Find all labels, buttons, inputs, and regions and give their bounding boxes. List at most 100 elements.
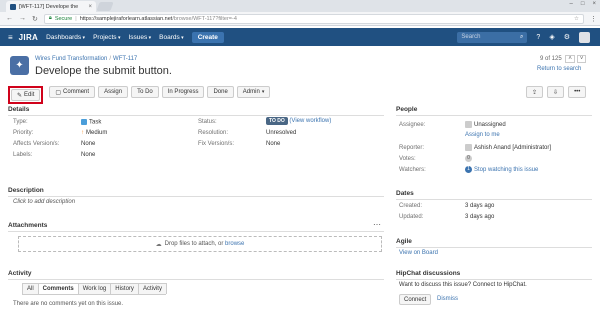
attachment-dropzone[interactable]: ☁ Drop files to attach, or browse xyxy=(18,236,382,252)
stop-watching-link[interactable]: Stop watching this issue xyxy=(474,167,538,173)
type-label: Type: xyxy=(13,119,28,125)
admin-label: Admin xyxy=(242,89,260,95)
tab-comments[interactable]: Comments xyxy=(37,283,79,294)
notifications-icon[interactable]: ◈ xyxy=(549,33,554,41)
browser-menu-icon[interactable]: ⋮ xyxy=(590,15,597,23)
help-icon[interactable]: ? xyxy=(536,34,540,41)
address-bar-row: ← → ↻ 🔒︎ Secure | https://samplejiraforl… xyxy=(0,12,600,26)
agile-heading[interactable]: Agile xyxy=(396,238,412,245)
dates-heading[interactable]: Dates xyxy=(396,190,414,197)
more-actions-button[interactable]: ••• xyxy=(568,86,587,98)
search-input[interactable]: Search ⌕ xyxy=(457,31,528,43)
reload-icon[interactable]: ↻ xyxy=(32,15,38,23)
cloud-upload-icon: ☁ xyxy=(155,241,162,248)
back-icon[interactable]: ← xyxy=(6,15,13,22)
tab-activity[interactable]: Activity xyxy=(137,283,167,294)
issue-title[interactable]: Develope the submit button. xyxy=(35,65,172,77)
next-issue-icon[interactable]: ˅ xyxy=(576,55,587,63)
close-window-icon[interactable]: × xyxy=(592,1,596,7)
nav-boards[interactable]: Boards xyxy=(159,34,184,41)
search-placeholder: Search xyxy=(461,34,481,40)
return-to-search-link[interactable]: Return to search xyxy=(537,66,581,72)
hipchat-divider xyxy=(396,279,592,280)
edit-button[interactable]: ✎ Edit xyxy=(11,89,41,101)
url-path: /browse/WFT-117?filter=-4 xyxy=(172,15,237,22)
forward-icon[interactable]: → xyxy=(19,15,26,22)
labels-label: Labels: xyxy=(13,152,33,158)
create-button[interactable]: Create xyxy=(191,31,224,43)
priority-up-icon: ↑ xyxy=(81,130,84,136)
tab-work-log[interactable]: Work log xyxy=(77,283,112,294)
type-value: Task xyxy=(81,119,101,126)
reporter-value[interactable]: Ashish Anand [Administrator] xyxy=(465,144,551,151)
dismiss-link[interactable]: Dismiss xyxy=(437,296,458,302)
task-icon xyxy=(81,119,87,125)
details-divider xyxy=(8,115,384,116)
no-comments-message: There are no comments yet on this issue. xyxy=(13,301,124,307)
agile-divider xyxy=(396,247,592,248)
hipchat-heading[interactable]: HipChat discussions xyxy=(396,270,460,277)
breadcrumb-project[interactable]: Wires Fund Transformation xyxy=(35,56,107,62)
view-workflow-link[interactable]: (View workflow) xyxy=(289,118,331,124)
bookmark-star-icon[interactable]: ☆ xyxy=(574,16,579,22)
minimize-icon[interactable]: – xyxy=(570,1,573,7)
share-button[interactable]: ⇪ xyxy=(526,86,544,98)
settings-gear-icon[interactable]: ⚙ xyxy=(564,33,570,41)
assignee-avatar xyxy=(465,121,472,128)
close-tab-icon[interactable]: × xyxy=(88,4,92,10)
description-divider xyxy=(8,196,384,197)
browse-link[interactable]: browse xyxy=(225,241,244,247)
votes-value[interactable]: 0 xyxy=(465,155,472,162)
export-button[interactable]: ⇩ xyxy=(547,86,565,98)
issue-toolbar: ✎ Edit ▢ Comment Assign To Do In Progres… xyxy=(8,86,271,104)
priority-text: Medium xyxy=(86,130,108,136)
nav-dashboards[interactable]: Dashboards xyxy=(46,34,85,41)
assign-to-me-link[interactable]: Assign to me xyxy=(465,132,500,138)
tab-all[interactable]: All xyxy=(22,283,39,294)
nav-issues[interactable]: Issues xyxy=(128,34,151,41)
maximize-icon[interactable]: □ xyxy=(581,1,585,7)
details-heading[interactable]: Details xyxy=(8,106,29,113)
people-heading[interactable]: People xyxy=(396,106,417,113)
resolution-label: Resolution: xyxy=(198,130,229,136)
reporter-text: Ashish Anand [Administrator] xyxy=(474,145,552,152)
jira-favicon-icon xyxy=(10,3,16,10)
comment-button[interactable]: ▢ Comment xyxy=(49,86,96,98)
comment-icon: ▢ xyxy=(55,89,62,96)
labels-value[interactable]: None xyxy=(81,152,95,158)
assign-button[interactable]: Assign xyxy=(98,86,129,98)
attachments-heading[interactable]: Attachments xyxy=(8,222,47,229)
prev-issue-icon[interactable]: ˄ xyxy=(565,55,575,63)
description-heading[interactable]: Description xyxy=(8,187,44,194)
jira-logo[interactable]: JIRA xyxy=(19,33,38,42)
project-avatar[interactable]: ✦ xyxy=(10,56,29,75)
pencil-icon: ✎ xyxy=(17,92,23,99)
activity-heading[interactable]: Activity xyxy=(8,270,31,277)
reporter-label: Reporter: xyxy=(399,145,425,151)
nav-projects[interactable]: Projects xyxy=(93,34,120,41)
breadcrumb-issue-key[interactable]: WFT-117 xyxy=(113,56,137,62)
status-label: Status: xyxy=(198,119,217,125)
attachments-options-icon[interactable]: ⋯ xyxy=(373,220,381,229)
admin-button[interactable]: Admin ▾ xyxy=(236,86,271,98)
dates-divider xyxy=(396,199,592,200)
connect-button[interactable]: Connect xyxy=(399,294,432,305)
description-placeholder[interactable]: Click to add description xyxy=(13,199,75,205)
app-switcher-icon[interactable]: ≡ xyxy=(8,33,13,42)
breadcrumb: Wires Fund Transformation / WFT-117 xyxy=(35,56,137,62)
url-field[interactable]: 🔒︎ Secure | https://samplejiraforlearn.a… xyxy=(43,13,584,24)
new-tab-button[interactable] xyxy=(96,2,114,11)
todo-button[interactable]: To Do xyxy=(131,86,159,98)
user-avatar[interactable] xyxy=(579,31,590,43)
tab-history[interactable]: History xyxy=(110,283,139,294)
in-progress-button[interactable]: In Progress xyxy=(161,86,205,98)
view-on-board-link[interactable]: View on Board xyxy=(399,250,438,256)
watchers-value[interactable]: 1 Stop watching this issue xyxy=(465,166,538,173)
fix-version-value[interactable]: None xyxy=(266,141,280,147)
browser-tab[interactable]: [WFT-117] Develope the × xyxy=(6,1,96,12)
priority-value[interactable]: ↑ Medium xyxy=(81,130,107,136)
affects-value[interactable]: None xyxy=(81,141,95,147)
assignee-value[interactable]: Unassigned xyxy=(465,121,506,128)
done-button[interactable]: Done xyxy=(207,86,234,98)
edit-highlight: ✎ Edit xyxy=(8,86,44,104)
